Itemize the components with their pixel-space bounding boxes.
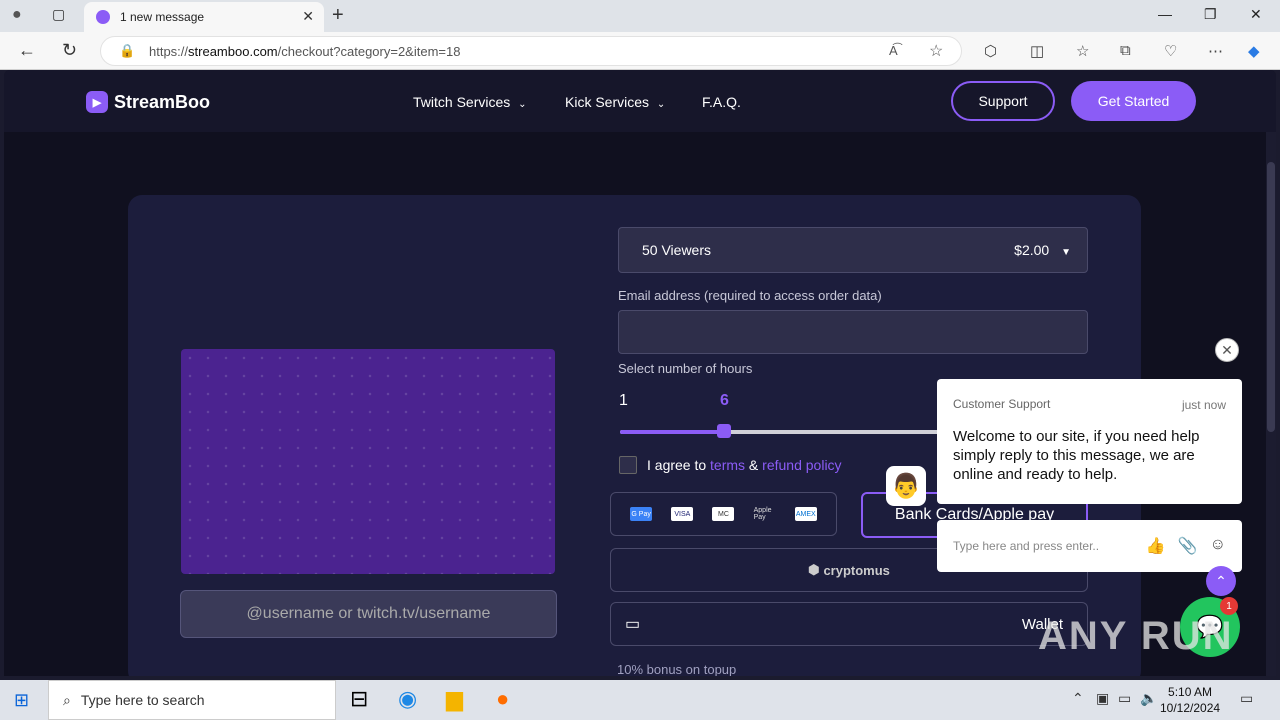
tray-chevron-icon[interactable]: ⌃ [1072, 690, 1084, 707]
caret-down-icon: ▼ [1061, 247, 1071, 258]
package-name: 50 Viewers [642, 242, 712, 258]
emoji-icon[interactable]: ☺ [1210, 536, 1226, 556]
email-label: Email address (required to access order … [618, 288, 882, 303]
chat-message-bubble: Customer Support just now Welcome to our… [937, 379, 1242, 504]
read-aloud-icon[interactable]: A͡ [889, 43, 898, 58]
attachment-icon[interactable]: 📎 [1178, 536, 1198, 556]
cryptomus-logo-icon: ⬢ [808, 562, 820, 577]
support-agent-avatar: 👨 [886, 466, 926, 506]
refund-policy-link[interactable]: refund policy [762, 457, 841, 473]
hours-min-value: 1 [619, 392, 628, 409]
bonus-text: 10% bonus on topup [617, 662, 737, 676]
tab-actions-icon[interactable]: ▢ [52, 6, 65, 23]
lock-icon[interactable]: 🔒 [119, 43, 135, 59]
get-started-button[interactable]: Get Started [1071, 81, 1196, 121]
volume-icon[interactable]: 🔈 [1140, 690, 1157, 707]
username-input[interactable]: @username or twitch.tv/username [180, 590, 557, 638]
site-logo[interactable]: ▶ StreamBoo [86, 91, 210, 113]
taskbar-search[interactable]: ⌕ Type here to search [48, 680, 336, 720]
wallet-button[interactable]: ▭ Wallet [610, 602, 1088, 646]
nav-kick-services[interactable]: Kick Services ⌄ [565, 94, 665, 110]
url-input[interactable]: 🔒 https://streamboo.com/checkout?categor… [100, 36, 962, 66]
stream-preview [181, 349, 555, 574]
copilot-icon[interactable]: ◆ [1248, 42, 1260, 60]
browser-tab[interactable]: 1 new message ✕ [84, 2, 324, 32]
card-payment-option[interactable]: G Pay VISA MC Apple Pay AMEX [610, 492, 837, 536]
close-window-button[interactable]: ✕ [1250, 6, 1262, 23]
gpay-icon: G Pay [630, 507, 653, 521]
network-icon[interactable]: ▭ [1118, 690, 1131, 707]
terms-checkbox[interactable] [619, 456, 637, 474]
edge-taskbar-icon[interactable]: ◉ [398, 686, 417, 712]
nav-kick-label: Kick Services [565, 94, 650, 110]
favorite-star-icon[interactable]: ☆ [929, 41, 943, 61]
package-select[interactable]: 50 Viewers $2.00 ▼ [618, 227, 1088, 273]
notifications-icon[interactable]: ▭ [1240, 690, 1253, 707]
logo-text: StreamBoo [114, 91, 211, 112]
more-menu-icon[interactable]: ⋯ [1208, 42, 1223, 60]
apple-pay-icon: Apple Pay [753, 507, 772, 521]
clock-time: 5:10 AM [1168, 685, 1213, 699]
url-prefix: https:// [149, 43, 189, 59]
hours-slider-handle[interactable] [717, 424, 731, 438]
web-page: ▶ StreamBoo Twitch Services ⌄ Kick Servi… [4, 70, 1276, 676]
close-tab-icon[interactable]: ✕ [302, 8, 314, 25]
chat-input[interactable]: Type here and press enter.. 👍 📎 ☺ [937, 520, 1242, 572]
chevron-down-icon: ⌄ [656, 99, 666, 110]
favorites-icon[interactable]: ☆ [1076, 42, 1089, 60]
performance-icon[interactable]: ♡ [1164, 42, 1177, 60]
chat-message-text: Welcome to our site, if you need help si… [953, 428, 1200, 483]
taskbar-search-placeholder: Type here to search [80, 692, 205, 708]
anyrun-watermark: ANY RUN [1038, 614, 1234, 658]
hours-slider-fill [620, 430, 724, 434]
split-screen-icon[interactable]: ◫ [1030, 42, 1044, 60]
thumbs-up-icon[interactable]: 👍 [1146, 536, 1166, 556]
refresh-icon[interactable]: ↻ [62, 40, 77, 61]
clock-date: 10/12/2024 [1160, 701, 1221, 715]
chat-close-icon[interactable]: ✕ [1215, 338, 1239, 362]
wallet-icon: ▭ [625, 616, 641, 633]
terms-and: & [745, 457, 763, 473]
url-host: streamboo.com [188, 43, 278, 59]
nav-faq[interactable]: F.A.Q. [702, 94, 741, 110]
task-view-icon[interactable]: ⊟ [350, 686, 368, 712]
streamboo-favicon-icon [96, 10, 110, 24]
hours-selected-value: 6 [720, 392, 729, 409]
firefox-taskbar-icon[interactable]: ● [496, 686, 509, 712]
terms-prefix: I agree to [647, 457, 711, 473]
support-button[interactable]: Support [951, 81, 1055, 121]
file-explorer-icon[interactable]: ▆ [446, 686, 463, 712]
extensions-icon[interactable]: ⬡ [984, 42, 997, 60]
windows-start-icon[interactable]: ⊞ [14, 690, 29, 711]
taskbar-clock[interactable]: 5:10 AM 10/12/2024 [1160, 684, 1220, 716]
scroll-to-top-button[interactable]: ⌃ [1206, 566, 1236, 596]
chat-input-placeholder: Type here and press enter.. [953, 539, 1100, 553]
terms-link[interactable]: terms [710, 457, 745, 473]
hours-label: Select number of hours [618, 361, 753, 376]
amex-icon: AMEX [794, 507, 817, 521]
url-path: /checkout?category=2&item=18 [277, 43, 461, 59]
chat-timestamp: just now [1181, 398, 1226, 412]
visa-icon: VISA [671, 507, 694, 521]
package-price: $2.00 [1014, 242, 1050, 258]
collections-icon[interactable]: ⧉ [1120, 42, 1131, 59]
unread-badge: 1 [1220, 597, 1238, 615]
search-icon: ⌕ [63, 691, 71, 708]
minimize-button[interactable]: — [1158, 6, 1172, 22]
cryptomus-label: cryptomus [823, 562, 890, 578]
tray-device-icon[interactable]: ▣ [1096, 690, 1109, 707]
play-logo-icon: ▶ [86, 91, 108, 113]
terms-label: I agree to terms & refund policy [647, 457, 842, 473]
chevron-down-icon: ⌄ [518, 99, 527, 110]
email-field[interactable] [618, 310, 1088, 354]
mastercard-icon: MC [712, 507, 735, 521]
back-icon[interactable]: ← [18, 40, 36, 61]
page-scrollbar-thumb[interactable] [1267, 162, 1275, 432]
maximize-button[interactable]: ❐ [1204, 6, 1217, 23]
nav-twitch-services[interactable]: Twitch Services ⌄ [413, 94, 527, 110]
profile-icon[interactable]: ● [12, 6, 22, 24]
nav-twitch-label: Twitch Services [413, 94, 511, 110]
tab-title: 1 new message [120, 10, 205, 24]
new-tab-button[interactable]: + [332, 4, 344, 27]
